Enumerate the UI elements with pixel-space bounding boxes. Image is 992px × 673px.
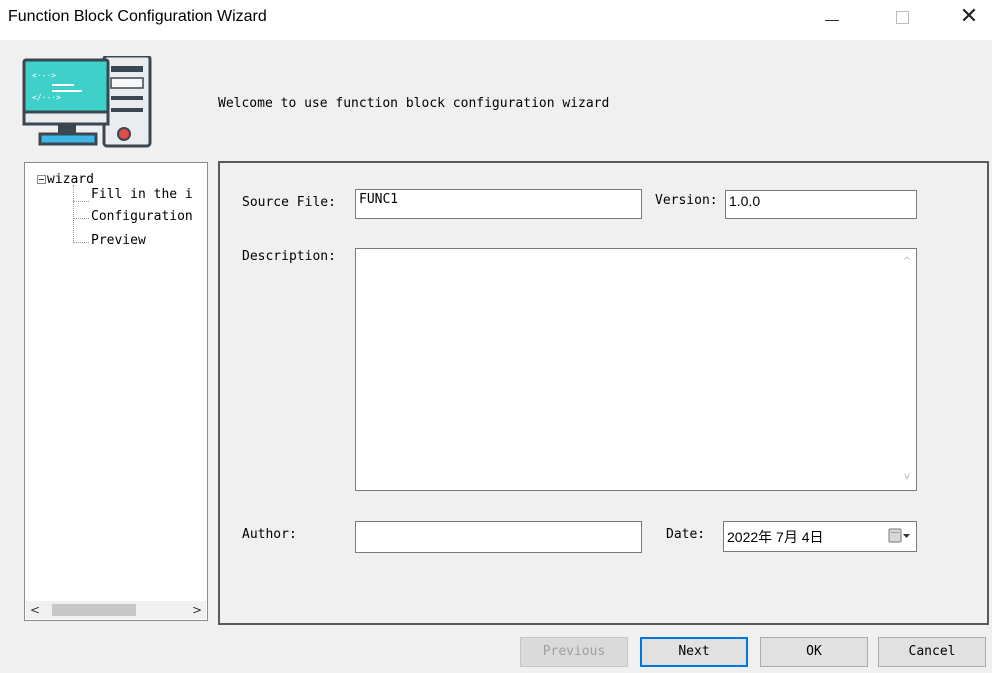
author-label: Author: (242, 527, 297, 542)
previous-button[interactable]: Previous (520, 637, 628, 667)
ok-button[interactable]: OK (760, 637, 868, 667)
description-textarea[interactable]: ^ v (355, 248, 917, 491)
date-value: 2022年 7月 4日 (727, 529, 824, 545)
scroll-up-arrow-icon[interactable]: ^ (898, 253, 916, 271)
scrollbar-thumb[interactable] (52, 604, 136, 616)
wizard-tree[interactable]: wizard Fill in the i Configuration Previ… (24, 162, 208, 621)
form-panel: Source File: FUNC1 Version: 1.0.0 Descri… (218, 161, 989, 625)
author-input[interactable] (355, 521, 642, 553)
scroll-left-arrow-icon[interactable]: < (26, 601, 44, 619)
tree-connector (73, 242, 89, 243)
tree-connector (73, 185, 74, 243)
next-button[interactable]: Next (640, 637, 748, 667)
tree-item-preview[interactable]: Preview (91, 233, 146, 249)
horizontal-scrollbar[interactable]: < > (26, 601, 206, 619)
tree-root-label: wizard (47, 172, 94, 187)
date-label: Date: (666, 527, 706, 542)
close-button[interactable]: ✕ (946, 0, 992, 36)
tree-item-configuration[interactable]: Configuration (91, 209, 193, 225)
maximize-icon (896, 11, 909, 24)
tree-item-wizard[interactable]: wizard (37, 172, 94, 188)
computer-code-icon: <·-·> </·-·> (22, 56, 152, 148)
svg-text:</·-·>: </·-·> (32, 93, 61, 102)
scroll-right-arrow-icon[interactable]: > (188, 601, 206, 619)
window-title: Function Block Configuration Wizard (8, 8, 267, 25)
description-label: Description: (242, 249, 336, 264)
minimize-button[interactable] (808, 0, 854, 36)
date-picker[interactable]: 2022年 7月 4日 (723, 521, 917, 552)
version-input[interactable]: 1.0.0 (725, 190, 917, 219)
description-scrollbar[interactable]: ^ v (898, 249, 916, 490)
collapse-icon[interactable] (37, 175, 46, 184)
title-bar: Function Block Configuration Wizard ✕ (0, 0, 992, 40)
maximize-button[interactable] (878, 0, 924, 36)
svg-text:<·-·>: <·-·> (32, 71, 56, 80)
scroll-down-arrow-icon[interactable]: v (898, 468, 916, 486)
source-file-input[interactable]: FUNC1 (355, 189, 642, 219)
tree-connector (73, 218, 89, 219)
welcome-text: Welcome to use function block configurat… (218, 96, 610, 111)
tree-connector (73, 201, 89, 202)
source-file-label: Source File: (242, 195, 336, 210)
tree-item-fill-in[interactable]: Fill in the i (91, 187, 193, 203)
close-icon: ✕ (959, 4, 979, 29)
calendar-dropdown-icon[interactable] (888, 528, 912, 544)
version-label: Version: (655, 193, 718, 208)
minimize-icon (825, 20, 839, 21)
cancel-button[interactable]: Cancel (878, 637, 986, 667)
